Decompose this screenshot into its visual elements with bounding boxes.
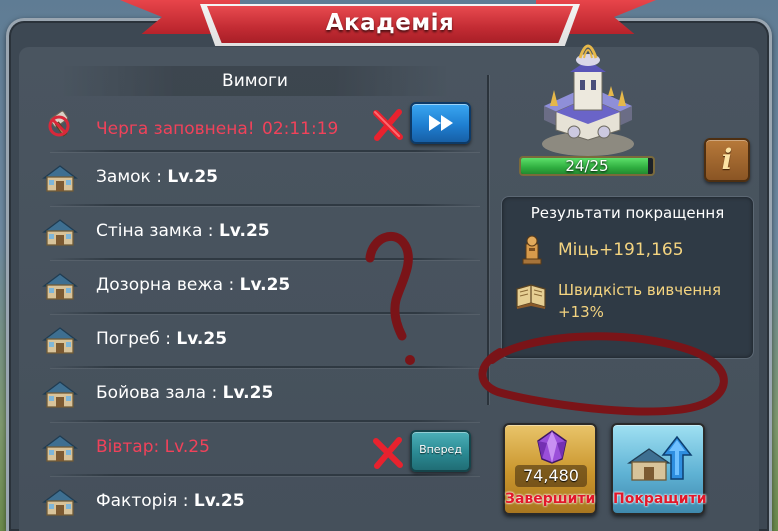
- power-statue-icon: [522, 235, 542, 265]
- power-value: Міць+191,165: [558, 240, 684, 260]
- speedup-button[interactable]: [410, 102, 471, 144]
- fast-forward-icon: [429, 115, 453, 131]
- house-icon: [42, 381, 78, 408]
- requirement-label-unmet: Вівтар: Lv.25: [96, 437, 210, 457]
- requirement-label: Факторія : Lv.25: [96, 491, 245, 511]
- book-icon: [516, 284, 546, 309]
- finish-label: Завершити: [505, 491, 596, 507]
- queue-timer: 02:11:19: [262, 119, 339, 139]
- go-button[interactable]: Вперед: [410, 430, 471, 472]
- requirements-heading: Вимоги: [60, 66, 450, 96]
- finish-now-button[interactable]: 74,480 Завершити: [503, 423, 597, 515]
- house-icon: [42, 219, 78, 246]
- requirement-row-watchtower: Дозорна вежа : Lv.25: [30, 260, 480, 314]
- house-icon: [42, 165, 78, 192]
- info-button[interactable]: i: [704, 138, 750, 182]
- house-icon: [42, 327, 78, 354]
- academy-building-icon: [542, 44, 634, 156]
- requirement-row-cellar: Погреб : Lv.25: [30, 314, 480, 368]
- upgrade-label: Покращити: [613, 491, 707, 507]
- house-icon: [42, 435, 78, 462]
- requirement-row-castle-wall: Стіна замка : Lv.25: [30, 206, 480, 260]
- red-x-icon: [373, 437, 403, 469]
- progress-text: 24/25: [565, 157, 609, 175]
- requirement-row-factory: Факторія : Lv.25: [30, 476, 480, 530]
- building-level-progress: 24/25: [519, 156, 655, 176]
- requirement-row-castle: Замок : Lv.25: [30, 152, 480, 206]
- requirement-row-battle-hall: Бойова зала : Lv.25: [30, 368, 480, 422]
- requirement-label: Бойова зала : Lv.25: [96, 383, 274, 403]
- red-x-icon: [373, 109, 403, 141]
- finish-cost: 74,480: [515, 465, 587, 487]
- upgrade-button[interactable]: Покращити: [611, 423, 707, 515]
- requirement-label: Дозорна вежа : Lv.25: [96, 275, 291, 295]
- requirement-label: Погреб : Lv.25: [96, 329, 228, 349]
- results-title: Результати покращення: [530, 204, 725, 222]
- queue-full-label: Черга заповнена!: [96, 119, 255, 139]
- window-title: Академія: [325, 10, 455, 36]
- house-icon: [42, 273, 78, 300]
- prohibited-hammer-icon: [48, 110, 70, 137]
- house-icon: [42, 489, 78, 516]
- requirement-label: Стіна замка : Lv.25: [96, 221, 270, 241]
- requirement-label: Замок : Lv.25: [96, 167, 219, 187]
- purple-gem-icon: [537, 430, 567, 464]
- upgrade-arrow-icon: [627, 435, 693, 481]
- upgrade-results-panel: Результати покращення Міць+191,165 Швидк…: [501, 196, 754, 359]
- study-speed-value: Швидкість вивчення +13%: [558, 281, 721, 321]
- column-divider: [487, 75, 489, 405]
